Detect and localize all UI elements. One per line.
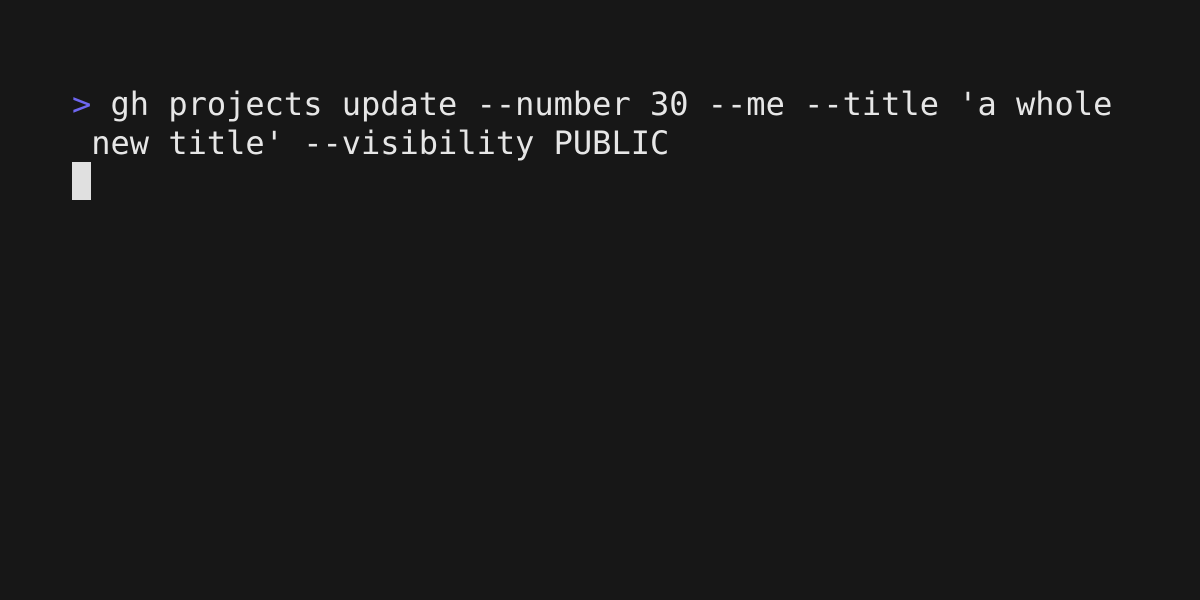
command-text-2: new title' --visibility PUBLIC (72, 124, 670, 162)
command-text-1: gh projects update --number 30 --me --ti… (91, 85, 1113, 123)
command-line-1: > gh projects update --number 30 --me --… (72, 84, 1112, 124)
text-cursor (72, 162, 91, 200)
command-line-2: new title' --visibility PUBLIC (72, 123, 669, 163)
terminal-window[interactable]: > gh projects update --number 30 --me --… (0, 0, 1200, 600)
prompt-symbol: > (72, 85, 92, 123)
